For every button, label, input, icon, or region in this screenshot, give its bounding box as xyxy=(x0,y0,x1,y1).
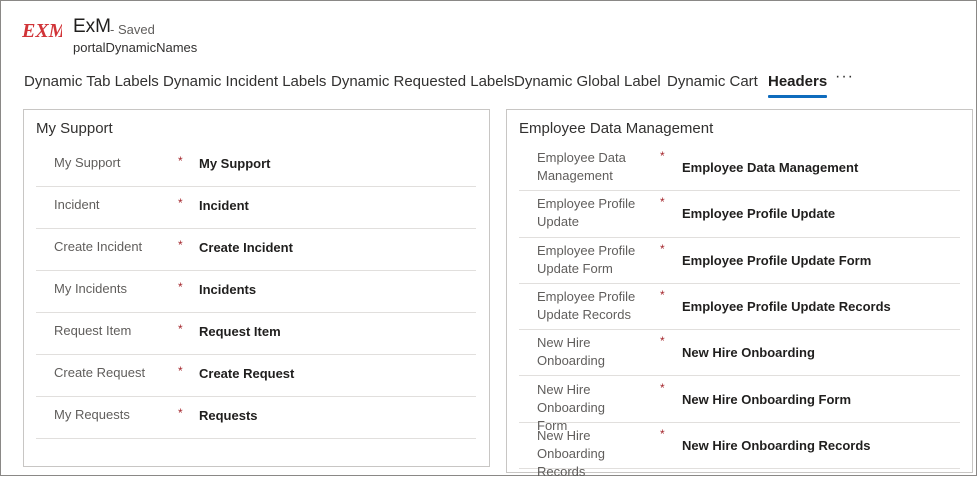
required-asterisk: * xyxy=(660,334,665,349)
field-value-input[interactable]: Create Request xyxy=(199,366,294,381)
more-tabs-button[interactable]: ··· xyxy=(835,68,854,86)
required-asterisk: * xyxy=(660,241,665,256)
required-asterisk: * xyxy=(178,406,183,420)
tab-dynamic-incident-labels[interactable]: Dynamic Incident Labels xyxy=(163,70,326,98)
required-asterisk: * xyxy=(178,280,183,294)
field-row: Employee Profile Update Form * Employee Pr… xyxy=(519,238,960,284)
field-value-input[interactable]: Create Incident xyxy=(199,240,293,255)
field-value-input[interactable]: Employee Profile Update Records xyxy=(682,299,891,314)
required-asterisk: * xyxy=(178,154,183,168)
svg-text:EXM: EXM xyxy=(22,20,62,42)
field-label: My Incidents xyxy=(54,281,127,296)
required-asterisk: * xyxy=(178,196,183,210)
required-asterisk: * xyxy=(178,322,183,336)
field-value-input[interactable]: New Hire Onboarding Records xyxy=(682,438,871,453)
required-asterisk: * xyxy=(660,149,665,163)
field-value-input[interactable]: Request Item xyxy=(199,324,281,339)
field-label: My Support xyxy=(54,155,121,170)
field-row: Create Request * Create Request xyxy=(36,355,476,397)
required-asterisk: * xyxy=(178,364,183,378)
field-value-input[interactable]: Employee Profile Update Form xyxy=(682,253,871,268)
field-value-input[interactable]: My Support xyxy=(199,156,271,171)
field-row: My Incidents * Incidents xyxy=(36,271,476,313)
field-label: Incident xyxy=(54,197,100,212)
tab-headers[interactable]: Headers xyxy=(768,70,828,98)
field-label: Employee Profile Update Form xyxy=(537,242,636,276)
field-label: Employee Profile Update Records xyxy=(537,288,636,322)
field-row: New Hire Onboarding Records * New Hire Onb… xyxy=(519,423,960,479)
field-label: New Hire Onboarding Records xyxy=(537,427,605,479)
tab-dynamic-tab-labels[interactable]: Dynamic Tab Labels xyxy=(24,70,159,98)
save-status: - Saved xyxy=(110,22,155,37)
field-row: Employee Profile Update * Employee Profile… xyxy=(519,191,960,238)
section-title: My Support xyxy=(36,120,113,137)
required-asterisk: * xyxy=(660,426,665,441)
field-row: Create Incident * Create Incident xyxy=(36,229,476,271)
entity-name: portalDynamicNames xyxy=(73,40,198,55)
field-row: Request Item * Request Item xyxy=(36,313,476,355)
tab-dynamic-global-label[interactable]: Dynamic Global Label xyxy=(514,70,661,98)
field-row: Employee Data Management * Employee Data M… xyxy=(519,145,960,192)
field-label: Create Request xyxy=(54,365,146,380)
record-title: ExM xyxy=(73,16,111,37)
tab-dynamic-requested-labels[interactable]: Dynamic Requested Labels xyxy=(331,70,514,98)
field-row: Incident * Incident xyxy=(36,187,476,229)
required-asterisk: * xyxy=(178,238,183,252)
field-row: My Requests * Requests xyxy=(36,397,476,439)
field-row: New Hire Onboarding Form * New Hire Onboar… xyxy=(519,377,960,433)
field-value-input[interactable]: New Hire Onboarding Form xyxy=(682,392,851,407)
field-label: Employee Profile Update xyxy=(537,196,636,230)
section-employee-data-management: Employee Data Management Employee Data M… xyxy=(506,109,973,479)
field-row: My Support * My Support xyxy=(36,145,476,187)
required-asterisk: * xyxy=(660,195,665,210)
field-value-input[interactable]: Requests xyxy=(199,408,258,423)
field-value-input[interactable]: Incidents xyxy=(199,282,256,297)
field-label: Create Incident xyxy=(54,239,143,254)
section-my-support: My Support My Support * My Support Incident… xyxy=(23,109,490,467)
field-label: Employee Data Management xyxy=(537,150,626,183)
section-title: Employee Data Management xyxy=(519,120,714,137)
field-row: New Hire Onboarding * New Hire Onboarding xyxy=(519,330,960,377)
field-label: New Hire Onboarding xyxy=(537,335,605,369)
required-asterisk: * xyxy=(660,380,665,395)
required-asterisk: * xyxy=(660,287,665,302)
field-value-input[interactable]: Employee Profile Update xyxy=(682,206,835,221)
field-row: Employee Profile Update Records * Employee… xyxy=(519,284,960,331)
field-value-input[interactable]: New Hire Onboarding xyxy=(682,345,815,360)
field-value-input[interactable]: Employee Data Management xyxy=(682,160,858,175)
tab-dynamic-cart[interactable]: Dynamic Cart xyxy=(667,70,758,98)
field-label: My Requests xyxy=(54,407,130,422)
field-value-input[interactable]: Incident xyxy=(199,198,249,213)
exm-logo: EXM xyxy=(22,20,62,42)
field-label: Request Item xyxy=(54,323,132,338)
